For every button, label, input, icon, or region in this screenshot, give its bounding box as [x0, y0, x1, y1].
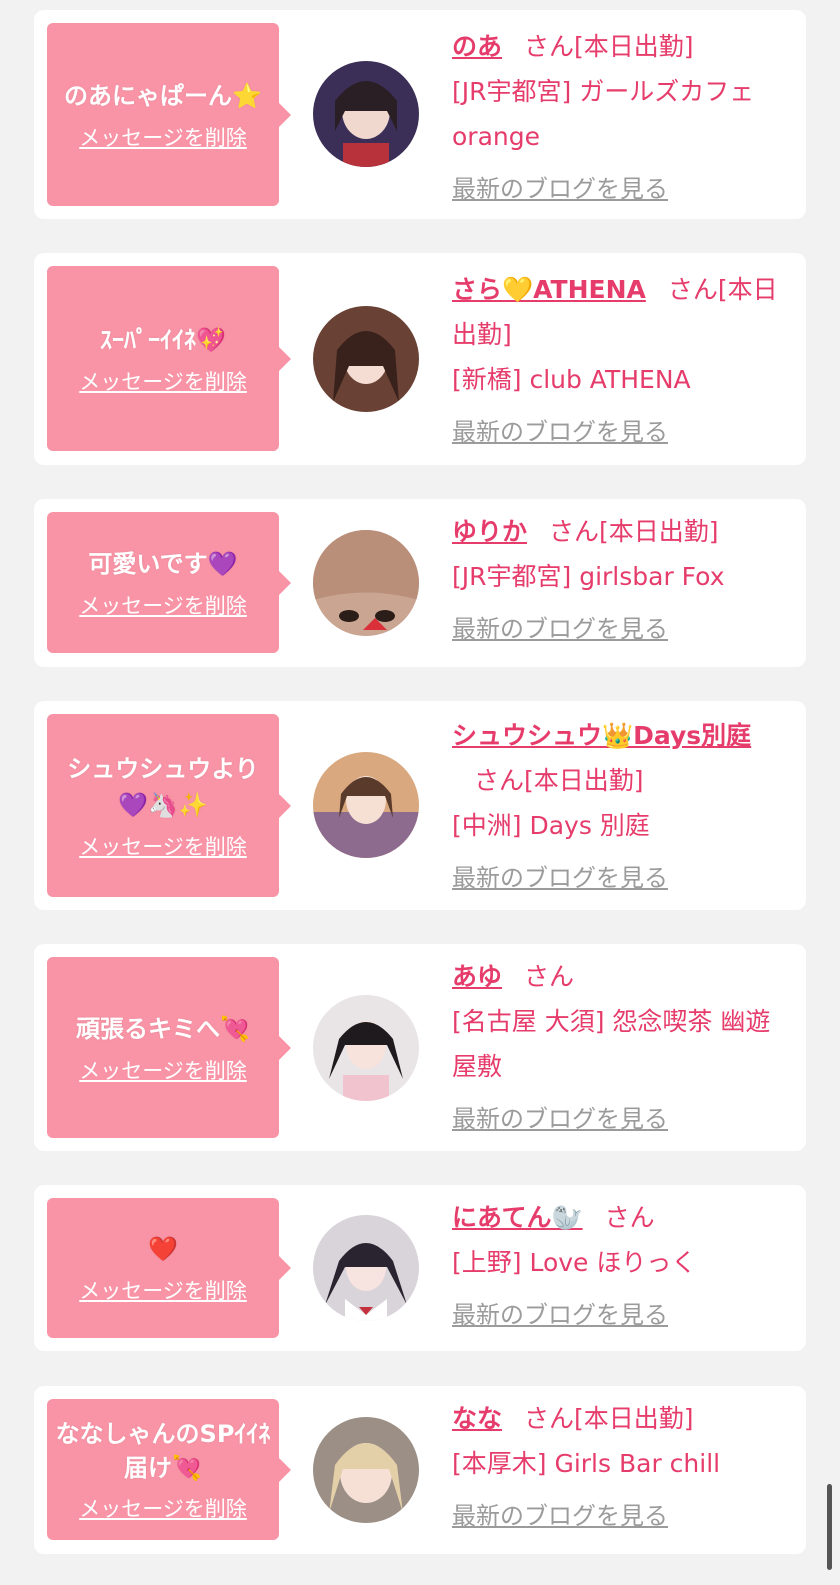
- sender-name-link[interactable]: シュウシュウ👑Days別庭: [452, 721, 751, 750]
- sender-info: あゆ さん [名古屋 大須] 怨念喫茶 幽遊屋敷 最新のブログを見る: [452, 954, 782, 1142]
- avatar[interactable]: [313, 995, 419, 1101]
- message-bubble: ななしゃんのSPｲｲﾈ届け💘 メッセージを削除: [47, 1399, 279, 1540]
- message-bubble: ｽｰﾊﾟｰｲｲﾈ💖 メッセージを削除: [47, 266, 279, 451]
- sender-line: のあ さん[本日出勤]: [452, 24, 782, 69]
- latest-blog-link[interactable]: 最新のブログを見る: [452, 167, 782, 212]
- sender-status: さん[本日出勤]: [524, 32, 694, 61]
- delete-message-link[interactable]: メッセージを削除: [79, 122, 247, 152]
- sender-line: さら💛ATHENA さん[本日出勤]: [452, 267, 782, 357]
- message-bubble: 頑張るキミへ💘 メッセージを削除: [47, 957, 279, 1138]
- shop-name: [名古屋 大須] 怨念喫茶 幽遊屋敷: [452, 1007, 771, 1081]
- latest-blog-link[interactable]: 最新のブログを見る: [452, 856, 782, 901]
- delete-message-link[interactable]: メッセージを削除: [79, 831, 247, 861]
- sender-name-link[interactable]: ゆりか: [452, 517, 527, 546]
- latest-blog-link[interactable]: 最新のブログを見る: [452, 1097, 782, 1142]
- avatar[interactable]: [313, 306, 419, 412]
- sender-name-link[interactable]: あゆ: [452, 962, 502, 991]
- sender-status: さん: [604, 1203, 655, 1232]
- shop-name: [JR宇都宮] girlsbar Fox: [452, 562, 725, 591]
- avatar[interactable]: [313, 1215, 419, 1321]
- message-text: ❤️: [148, 1235, 178, 1263]
- message-bubble: 可愛いです💜 メッセージを削除: [47, 512, 279, 653]
- sender-line: なな さん[本日出勤]: [452, 1396, 782, 1441]
- avatar[interactable]: [313, 530, 419, 636]
- delete-message-link[interactable]: メッセージを削除: [79, 366, 247, 396]
- scrollbar[interactable]: [827, 1484, 832, 1570]
- message-text: ｽｰﾊﾟｰｲｲﾈ💖: [100, 325, 226, 354]
- sender-line: シュウシュウ👑Days別庭さん[本日出勤]: [452, 713, 782, 803]
- message-card: ｽｰﾊﾟｰｲｲﾈ💖 メッセージを削除 さら💛ATHENA さん[本日出勤] [新橋…: [34, 253, 806, 465]
- sender-info: ゆりか さん[本日出勤] [JR宇都宮] girlsbar Fox 最新のブログを…: [452, 509, 782, 652]
- sender-info: にあてん🦭 さん [上野] Love ほりっく 最新のブログを見る: [452, 1195, 782, 1338]
- avatar[interactable]: [313, 61, 419, 167]
- message-bubble: のあにゃぱーん⭐️ メッセージを削除: [47, 23, 279, 206]
- avatar[interactable]: [313, 1417, 419, 1523]
- avatar[interactable]: [313, 752, 419, 858]
- shop-name: [上野] Love ほりっく: [452, 1248, 697, 1277]
- shop-name: [新橋] club ATHENA: [452, 365, 691, 394]
- message-card: シュウシュウより💜🦄✨ メッセージを削除 シュウシュウ👑Days別庭さん[本日出…: [34, 701, 806, 910]
- message-text: シュウシュウより💜🦄✨: [67, 754, 259, 819]
- shop-name: [本厚木] Girls Bar chill: [452, 1449, 721, 1478]
- sender-name-link[interactable]: のあ: [452, 32, 502, 61]
- latest-blog-link[interactable]: 最新のブログを見る: [452, 1494, 782, 1539]
- sender-info: のあ さん[本日出勤] [JR宇都宮] ガールズカフェ orange 最新のブログ…: [452, 24, 782, 212]
- delete-message-link[interactable]: メッセージを削除: [79, 1275, 247, 1305]
- message-text: のあにゃぱーん⭐️: [64, 81, 262, 110]
- sender-line: ゆりか さん[本日出勤]: [452, 509, 782, 554]
- sender-line: にあてん🦭 さん: [452, 1195, 782, 1240]
- sender-info: シュウシュウ👑Days別庭さん[本日出勤] [中洲] Days 別庭 最新のブロ…: [452, 713, 782, 901]
- message-card: のあにゃぱーん⭐️ メッセージを削除 のあ さん[本日出勤] [JR宇都宮] ガー…: [34, 10, 806, 219]
- delete-message-link[interactable]: メッセージを削除: [79, 1493, 247, 1523]
- sender-status: さん: [524, 962, 575, 991]
- sender-status: さん[本日出勤]: [549, 517, 719, 546]
- sender-status: さん[本日出勤]: [524, 1404, 694, 1433]
- message-text: 可愛いです💜: [88, 549, 238, 578]
- delete-message-link[interactable]: メッセージを削除: [79, 1055, 247, 1085]
- message-card: 頑張るキミへ💘 メッセージを削除 あゆ さん [名古屋 大須] 怨念喫茶 幽遊屋敷…: [34, 944, 806, 1151]
- message-text: ななしゃんのSPｲｲﾈ届け💘: [55, 1419, 271, 1482]
- sender-name-link[interactable]: なな: [452, 1404, 502, 1433]
- sender-info: さら💛ATHENA さん[本日出勤] [新橋] club ATHENA 最新のブロ…: [452, 267, 782, 455]
- message-card: ❤️ メッセージを削除 にあてん🦭 さん [上野] Love ほりっく 最新のブロ…: [34, 1185, 806, 1351]
- sender-name-link[interactable]: にあてん🦭: [452, 1203, 583, 1232]
- latest-blog-link[interactable]: 最新のブログを見る: [452, 607, 782, 652]
- message-text: 頑張るキミへ💘: [76, 1014, 250, 1043]
- message-card: 可愛いです💜 メッセージを削除 ゆりか さん[本日出勤] [JR宇都宮] girl…: [34, 499, 806, 667]
- message-bubble: ❤️ メッセージを削除: [47, 1198, 279, 1338]
- latest-blog-link[interactable]: 最新のブログを見る: [452, 410, 782, 455]
- sender-info: なな さん[本日出勤] [本厚木] Girls Bar chill 最新のブログを…: [452, 1396, 782, 1539]
- sender-status: さん[本日出勤]: [474, 766, 644, 795]
- delete-message-link[interactable]: メッセージを削除: [79, 590, 247, 620]
- shop-name: [JR宇都宮] ガールズカフェ orange: [452, 77, 755, 151]
- message-card: ななしゃんのSPｲｲﾈ届け💘 メッセージを削除 なな さん[本日出勤] [本厚木]…: [34, 1386, 806, 1554]
- shop-name: [中洲] Days 別庭: [452, 811, 650, 840]
- sender-name-link[interactable]: さら💛ATHENA: [452, 275, 646, 304]
- sender-line: あゆ さん: [452, 954, 782, 999]
- latest-blog-link[interactable]: 最新のブログを見る: [452, 1293, 782, 1338]
- message-bubble: シュウシュウより💜🦄✨ メッセージを削除: [47, 714, 279, 897]
